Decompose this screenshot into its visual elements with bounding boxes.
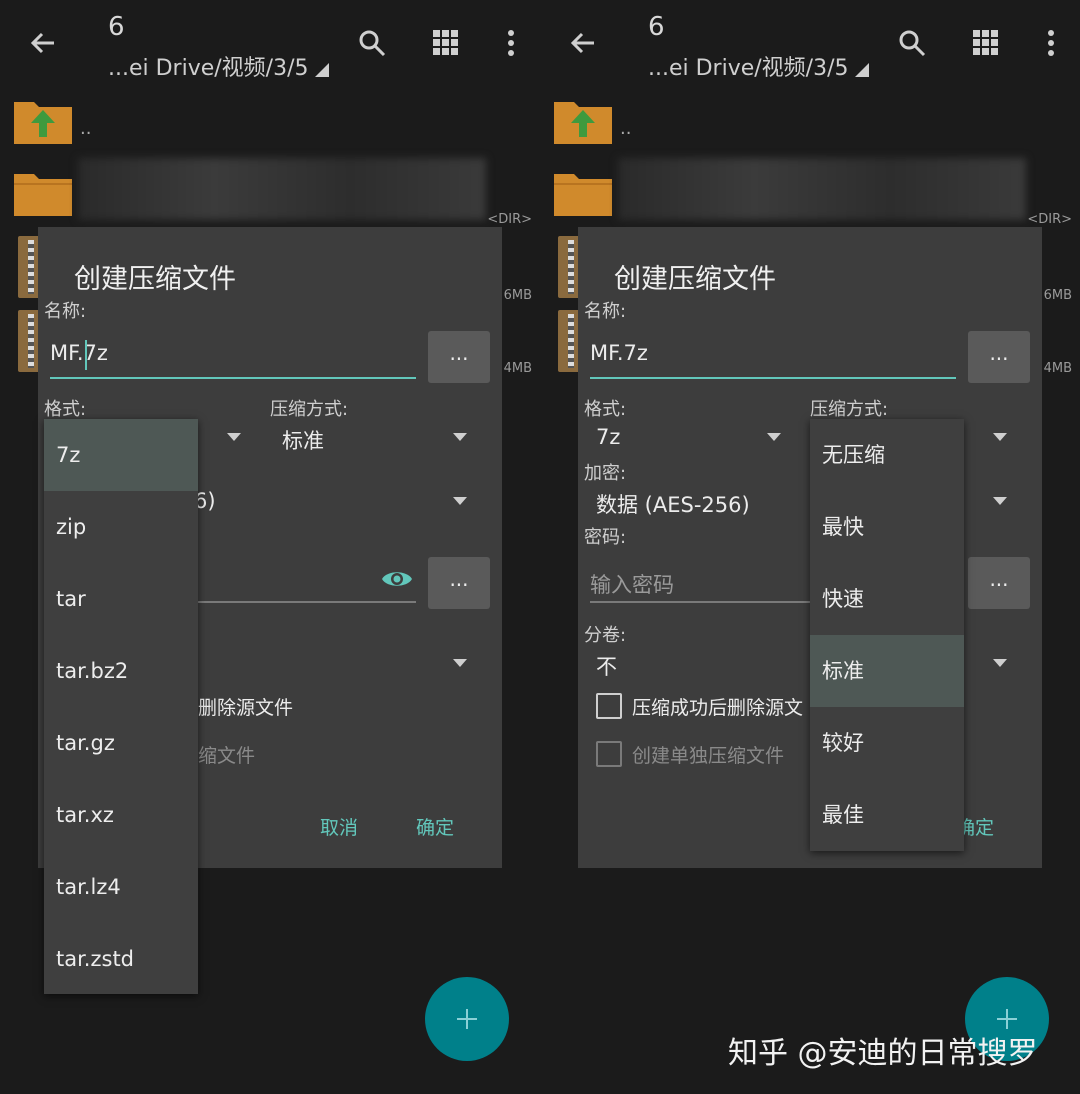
right-screenshot: 6 ...ei Drive/视频/3/5 .. <DIR> 6MB 4MB 创建… bbox=[540, 0, 1080, 1094]
method-option[interactable]: 快速 bbox=[810, 563, 964, 635]
encrypt-select[interactable]: 数据 (AES-256) bbox=[596, 489, 750, 519]
format-label: 格式: bbox=[44, 399, 87, 420]
file-size: 6MB bbox=[1043, 288, 1072, 303]
path-text: ...ei Drive/视频/3/5 bbox=[648, 56, 849, 81]
format-option[interactable]: tar.bz2 bbox=[44, 635, 198, 707]
dialog-title: 创建压缩文件 bbox=[74, 264, 236, 295]
ok-button[interactable]: 确定 bbox=[416, 813, 454, 840]
format-option[interactable]: tar.zstd bbox=[44, 923, 198, 995]
format-select[interactable]: 7z bbox=[596, 425, 620, 449]
password-underline bbox=[198, 601, 416, 603]
name-label: 名称: bbox=[44, 301, 87, 322]
search-icon[interactable] bbox=[357, 28, 387, 58]
method-option[interactable]: 标准 bbox=[810, 635, 964, 707]
folder-icon[interactable] bbox=[552, 168, 614, 218]
browse-name-button[interactable]: ... bbox=[968, 331, 1030, 383]
password-more-button[interactable]: ... bbox=[968, 557, 1030, 609]
format-dropdown-arrow[interactable] bbox=[227, 433, 241, 441]
password-input[interactable]: 输入密码 bbox=[590, 569, 674, 599]
method-option[interactable]: 无压缩 bbox=[810, 419, 964, 491]
folder-up-icon[interactable] bbox=[12, 96, 74, 146]
method-dropdown-arrow[interactable] bbox=[993, 433, 1007, 441]
folder-up-icon[interactable] bbox=[552, 96, 614, 146]
grid-icon[interactable] bbox=[971, 28, 1001, 58]
format-dropdown-arrow[interactable] bbox=[767, 433, 781, 441]
volume-label: 分卷: bbox=[584, 625, 627, 646]
file-size: 6MB bbox=[503, 288, 532, 303]
method-option[interactable]: 较好 bbox=[810, 707, 964, 779]
method-dropdown-menu: 无压缩 最快 快速 标准 较好 最佳 bbox=[810, 419, 964, 851]
format-option[interactable]: tar.xz bbox=[44, 779, 198, 851]
format-dropdown-menu: 7z zip tar tar.bz2 tar.gz tar.xz tar.lz4 tar.zs… bbox=[44, 419, 198, 994]
more-vert-icon[interactable] bbox=[1036, 28, 1066, 58]
volume-select[interactable]: 不 bbox=[596, 651, 617, 681]
parent-dir-label: .. bbox=[80, 118, 92, 139]
delete-source-label: 压缩成功后删除源文 bbox=[632, 697, 804, 719]
app-bar: 6 ...ei Drive/视频/3/5 bbox=[0, 0, 540, 90]
format-option[interactable]: 7z bbox=[44, 419, 198, 491]
format-label: 格式: bbox=[584, 399, 627, 420]
encrypt-label: 加密: bbox=[584, 463, 627, 484]
cancel-button[interactable]: 取消 bbox=[320, 813, 358, 840]
delete-source-checkbox[interactable] bbox=[596, 693, 622, 719]
folder-title: 6 bbox=[108, 12, 125, 42]
password-underline bbox=[590, 601, 810, 603]
separate-label-partial: 缩文件 bbox=[198, 745, 256, 767]
grid-icon[interactable] bbox=[431, 28, 461, 58]
password-label: 密码: bbox=[584, 527, 627, 548]
add-icon[interactable] bbox=[425, 977, 509, 1061]
format-option[interactable]: tar.lz4 bbox=[44, 851, 198, 923]
folder-icon[interactable] bbox=[12, 168, 74, 218]
method-label: 压缩方式: bbox=[810, 399, 889, 420]
dir-tag: <DIR> bbox=[1027, 212, 1072, 227]
format-option[interactable]: tar bbox=[44, 563, 198, 635]
delete-source-label-partial: 删除源文件 bbox=[198, 697, 294, 719]
folder-path[interactable]: ...ei Drive/视频/3/5 bbox=[648, 50, 869, 82]
separate-label: 创建单独压缩文件 bbox=[632, 745, 785, 767]
file-size: 4MB bbox=[1043, 361, 1072, 376]
format-option[interactable]: tar.gz bbox=[44, 707, 198, 779]
encrypt-dropdown-arrow[interactable] bbox=[453, 497, 467, 505]
search-icon[interactable] bbox=[897, 28, 927, 58]
volume-dropdown-arrow[interactable] bbox=[453, 659, 467, 667]
name-field[interactable]: MF.7z bbox=[590, 341, 648, 365]
text-cursor bbox=[85, 340, 87, 370]
password-more-button[interactable]: ... bbox=[428, 557, 490, 609]
dialog-title: 创建压缩文件 bbox=[614, 264, 776, 295]
dropdown-corner-icon bbox=[314, 63, 329, 77]
method-option[interactable]: 最快 bbox=[810, 491, 964, 563]
name-underline bbox=[50, 377, 416, 379]
encrypt-dropdown-arrow[interactable] bbox=[993, 497, 1007, 505]
blurred-filename bbox=[78, 158, 486, 220]
back-arrow-icon[interactable] bbox=[28, 28, 58, 58]
method-option[interactable]: 最佳 bbox=[810, 779, 964, 851]
left-screenshot: 6 ...ei Drive/视频/3/5 .. <DIR> 6MB 4MB 创建… bbox=[0, 0, 540, 1094]
dir-tag: <DIR> bbox=[487, 212, 532, 227]
folder-path[interactable]: ...ei Drive/视频/3/5 bbox=[108, 50, 329, 82]
separate-checkbox[interactable] bbox=[596, 741, 622, 767]
method-select[interactable]: 标准 bbox=[282, 425, 324, 455]
browse-name-button[interactable]: ... bbox=[428, 331, 490, 383]
watermark: 知乎 @安迪的日常搜罗 bbox=[728, 1036, 1038, 1071]
more-vert-icon[interactable] bbox=[496, 28, 526, 58]
volume-dropdown-arrow[interactable] bbox=[993, 659, 1007, 667]
path-text: ...ei Drive/视频/3/5 bbox=[108, 56, 309, 81]
name-underline bbox=[590, 377, 956, 379]
method-label: 压缩方式: bbox=[270, 399, 349, 420]
name-label: 名称: bbox=[584, 301, 627, 322]
eye-icon[interactable] bbox=[380, 567, 414, 591]
file-size: 4MB bbox=[503, 361, 532, 376]
blurred-filename bbox=[618, 158, 1026, 220]
dropdown-corner-icon bbox=[854, 63, 869, 77]
back-arrow-icon[interactable] bbox=[568, 28, 598, 58]
format-option[interactable]: zip bbox=[44, 491, 198, 563]
name-field[interactable]: MF.7z bbox=[50, 341, 108, 365]
app-bar: 6 ...ei Drive/视频/3/5 bbox=[540, 0, 1080, 90]
method-dropdown-arrow[interactable] bbox=[453, 433, 467, 441]
folder-title: 6 bbox=[648, 12, 665, 42]
parent-dir-label: .. bbox=[620, 118, 632, 139]
